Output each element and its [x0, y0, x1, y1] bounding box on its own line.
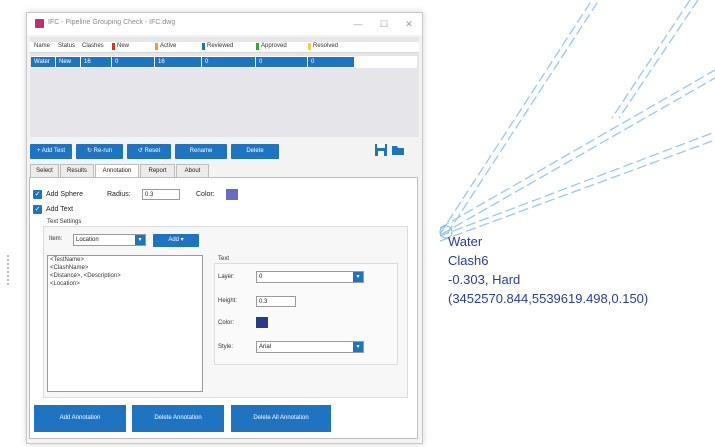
title-bar[interactable]: IFC - Pipeline Grouping Check - IFC.dwg …: [27, 13, 422, 35]
cell-name: Water: [31, 57, 55, 67]
annotation-clash-name: Clash6: [448, 253, 489, 268]
pipe-line: [611, 0, 691, 119]
table-row[interactable]: Water New 16 0 16 0 0 0: [31, 56, 417, 68]
maximize-button[interactable]: ☐: [371, 17, 397, 31]
header-approved[interactable]: Approved: [256, 43, 287, 50]
add-test-button[interactable]: + Add Test: [30, 144, 72, 159]
cell-status: New: [56, 57, 80, 67]
header-resolved[interactable]: Resolved: [308, 43, 338, 50]
cell-resolved: 0: [308, 57, 354, 67]
app-icon: [35, 19, 44, 28]
pipe-line: [618, 0, 699, 119]
tests-grid[interactable]: Name Status Clashes New Active Reviewed …: [30, 37, 419, 137]
open-folder-icon[interactable]: [391, 143, 405, 157]
header-approved-label: Approved: [261, 43, 287, 49]
header-reviewed-label: Reviewed: [207, 43, 234, 49]
header-active[interactable]: Active: [155, 43, 176, 50]
pipe-line: [441, 77, 715, 235]
resolved-swatch: [308, 43, 311, 50]
cell-reviewed: 0: [202, 57, 255, 67]
tab-report[interactable]: Report: [140, 164, 175, 179]
header-name[interactable]: Name: [34, 43, 50, 49]
header-reviewed[interactable]: Reviewed: [202, 43, 233, 50]
new-swatch: [112, 43, 115, 50]
reset-button[interactable]: ↺ Reset: [127, 144, 171, 159]
rename-button[interactable]: Rename: [175, 144, 227, 159]
annotation-test-name: Water: [448, 234, 483, 249]
tab-select[interactable]: Select: [30, 164, 59, 179]
window-title: IFC - Pipeline Grouping Check - IFC.dwg: [48, 19, 176, 26]
tab-results[interactable]: Results: [60, 164, 94, 179]
tab-annotation[interactable]: Annotation: [95, 164, 139, 180]
pipe-line: [439, 69, 715, 229]
cell-clashes: 16: [81, 57, 111, 67]
header-active-label: Active: [160, 43, 177, 49]
delete-button[interactable]: Delete: [231, 144, 279, 159]
close-button[interactable]: ✕: [396, 17, 422, 31]
approved-swatch: [256, 43, 259, 50]
re-run-button[interactable]: ↻ Re-run: [76, 144, 123, 159]
cell-new: 0: [112, 57, 154, 67]
header-resolved-label: Resolved: [313, 43, 339, 49]
header-clashes[interactable]: Clashes: [82, 43, 104, 49]
cell-approved: 0: [256, 57, 307, 67]
pipe-line: [439, 131, 715, 237]
splitter-handle[interactable]: [7, 255, 11, 285]
header-new[interactable]: New: [112, 43, 129, 50]
pipe-line: [446, 0, 600, 235]
header-new-label: New: [117, 43, 130, 49]
annotation-distance: -0.303, Hard: [448, 272, 521, 287]
reviewed-swatch: [202, 43, 205, 50]
annotation-location: (3452570.844,5539619.498,0.150): [448, 291, 649, 306]
pipe-line: [439, 0, 593, 235]
active-swatch: [155, 43, 158, 50]
header-status[interactable]: Status: [58, 43, 75, 49]
grid-header: Name Status Clashes New Active Reviewed …: [30, 42, 419, 53]
clash-check-window: IFC - Pipeline Grouping Check - IFC.dwg …: [26, 12, 423, 444]
pipe-line: [439, 139, 715, 242]
cell-active: 16: [155, 57, 201, 67]
save-icon[interactable]: [374, 143, 388, 157]
minimize-button[interactable]: —: [345, 17, 371, 31]
tab-about[interactable]: About: [176, 164, 209, 179]
